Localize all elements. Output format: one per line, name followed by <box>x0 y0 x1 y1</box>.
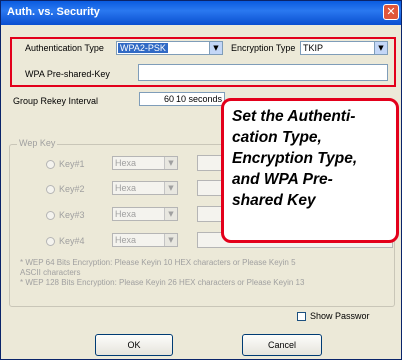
close-button[interactable]: ✕ <box>383 4 399 20</box>
rekey-label: Group Rekey Interval <box>13 96 99 106</box>
dialog-window: Auth. vs. Security ✕ Authentication Type… <box>0 0 402 360</box>
callout-line: and WPA Pre- <box>232 171 333 188</box>
wep64-note: * WEP 64 Bits Encryption: Please Keyin 1… <box>20 258 296 267</box>
rekey-unit: 10 seconds <box>176 94 223 104</box>
key4-format: Hexa <box>115 235 137 245</box>
wep64-note-cont: ASCII characters <box>20 268 81 277</box>
key3-label: Key#3 <box>59 210 85 220</box>
instruction-callout: Set the Authenti- cation Type, Encryptio… <box>221 98 399 243</box>
key1-format-select[interactable]: Hexa ▼ <box>112 156 178 170</box>
window-title: Auth. vs. Security <box>7 6 100 18</box>
callout-line: Encryption Type, <box>232 150 358 167</box>
key1-format: Hexa <box>115 158 137 168</box>
key4-radio[interactable] <box>46 237 55 246</box>
highlight-frame <box>10 37 396 87</box>
callout-line: Set the Authenti- <box>232 108 356 125</box>
wep-group-label: Wep Key <box>17 138 58 148</box>
rekey-input[interactable]: 60 10 seconds <box>139 92 225 106</box>
key2-format: Hexa <box>115 183 137 193</box>
key4-label: Key#4 <box>59 236 85 246</box>
key3-format-select[interactable]: Hexa ▼ <box>112 207 178 221</box>
ok-button[interactable]: OK <box>95 334 173 356</box>
chevron-down-icon[interactable]: ▼ <box>164 234 177 246</box>
chevron-down-icon[interactable]: ▼ <box>164 157 177 169</box>
rekey-value: 60 <box>164 94 175 104</box>
key3-format: Hexa <box>115 209 137 219</box>
chevron-down-icon[interactable]: ▼ <box>164 208 177 220</box>
title-bar[interactable]: Auth. vs. Security ✕ <box>1 1 401 25</box>
key1-label: Key#1 <box>59 159 85 169</box>
key1-radio[interactable] <box>46 160 55 169</box>
chevron-down-icon[interactable]: ▼ <box>164 182 177 194</box>
key4-format-select[interactable]: Hexa ▼ <box>112 233 178 247</box>
callout-line: shared Key <box>232 192 316 209</box>
key2-label: Key#2 <box>59 184 85 194</box>
key2-radio[interactable] <box>46 185 55 194</box>
callout-line: cation Type, <box>232 129 322 146</box>
key3-radio[interactable] <box>46 211 55 220</box>
show-password-checkbox[interactable] <box>297 312 306 321</box>
cancel-button[interactable]: Cancel <box>242 334 322 356</box>
show-password-label: Show Passwor <box>310 311 370 321</box>
wep128-note: * WEP 128 Bits Encryption: Please Keyin … <box>20 278 305 287</box>
key2-format-select[interactable]: Hexa ▼ <box>112 181 178 195</box>
